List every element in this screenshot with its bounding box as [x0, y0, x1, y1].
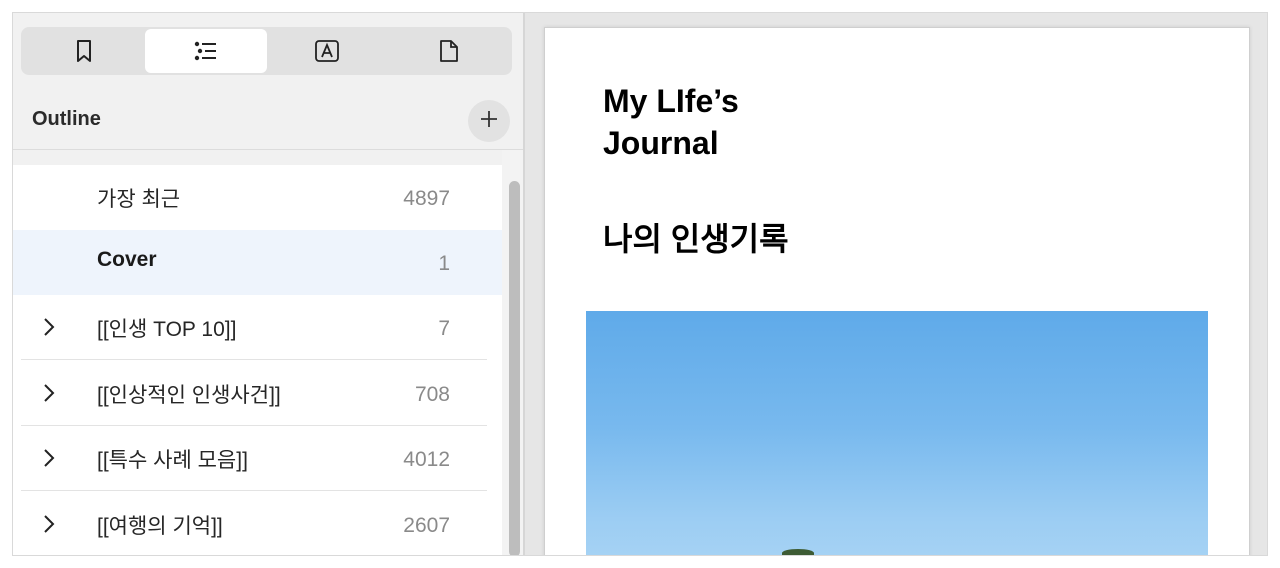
outline-item-label: Cover — [97, 248, 157, 271]
text-box-icon — [314, 39, 340, 63]
chevron-right-icon[interactable] — [39, 315, 59, 339]
tab-outline[interactable] — [144, 29, 267, 73]
document-area: My LIfe’s Journal 나의 인생기록 — [525, 13, 1267, 555]
outline-item-cover[interactable]: Cover 1 — [13, 230, 502, 295]
chevron-right-icon[interactable] — [39, 512, 59, 536]
chevron-right-icon[interactable] — [39, 381, 59, 405]
tab-annotations[interactable] — [267, 29, 389, 73]
tab-pages[interactable] — [388, 29, 510, 73]
page-icon — [439, 39, 459, 63]
bookmark-icon — [73, 39, 95, 63]
outline-item-label: [[여행의 기억]] — [97, 515, 223, 538]
outline-item-top10[interactable]: [[인생 TOP 10]] 7 — [13, 295, 502, 360]
list-icon — [194, 40, 218, 62]
outline-header: Outline — [13, 95, 513, 149]
outline-list: 가장 최근 4897 Cover 1 [[인생 TOP 10]] 7 [[인상적… — [13, 165, 502, 555]
outline-item-count: 4012 — [403, 448, 450, 471]
outline-item-special[interactable]: [[특수 사례 모음]] 4012 — [13, 426, 502, 491]
tree-silhouette — [782, 549, 814, 555]
outline-item-label: [[특수 사례 모음]] — [97, 449, 248, 472]
app-window: Outline 가장 최근 4897 Cover 1 [[인생 TOP 10]]… — [12, 12, 1268, 556]
divider — [13, 149, 525, 150]
outline-item-label: 가장 최근 — [97, 188, 181, 211]
outline-item-count: 1 — [438, 252, 450, 275]
outline-title: Outline — [32, 108, 101, 130]
add-outline-button[interactable] — [468, 100, 510, 142]
title-line-1: My LIfe’s — [603, 83, 739, 119]
tab-bookmarks[interactable] — [23, 29, 145, 73]
row-divider — [21, 490, 487, 491]
chevron-right-icon[interactable] — [39, 446, 59, 470]
row-divider — [21, 359, 487, 360]
cover-photo — [586, 311, 1208, 555]
outline-item-label: [[인상적인 인생사건]] — [97, 384, 281, 407]
plus-icon — [479, 109, 499, 133]
outline-item-travel[interactable]: [[여행의 기억]] 2607 — [13, 492, 502, 555]
document-subtitle: 나의 인생기록 — [603, 221, 789, 257]
outline-item-count: 4897 — [403, 187, 450, 210]
outline-item-count: 2607 — [403, 514, 450, 537]
document-title: My LIfe’s Journal — [603, 80, 739, 164]
outline-item-count: 708 — [414, 383, 450, 406]
outline-item-count: 7 — [438, 317, 450, 340]
sidebar-tab-bar — [21, 27, 512, 75]
outline-item-label: [[인생 TOP 10]] — [97, 318, 237, 341]
title-line-2: Journal — [603, 125, 719, 161]
scrollbar-thumb[interactable] — [509, 181, 520, 555]
sidebar: Outline 가장 최근 4897 Cover 1 [[인생 TOP 10]]… — [13, 13, 525, 555]
outline-item-recent[interactable]: 가장 최근 4897 — [13, 165, 502, 230]
outline-item-events[interactable]: [[인상적인 인생사건]] 708 — [13, 361, 502, 426]
document-page: My LIfe’s Journal 나의 인생기록 — [544, 27, 1250, 555]
